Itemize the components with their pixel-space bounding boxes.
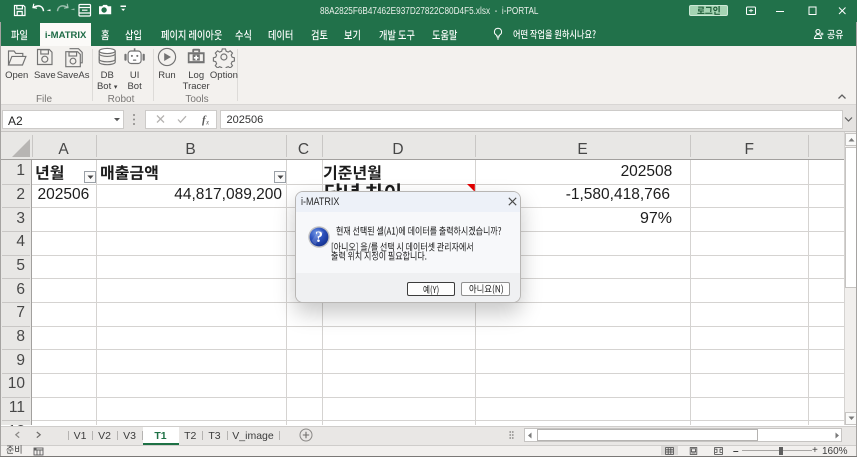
svg-text:?: ? bbox=[315, 229, 323, 246]
svg-text:x: x bbox=[205, 119, 210, 127]
